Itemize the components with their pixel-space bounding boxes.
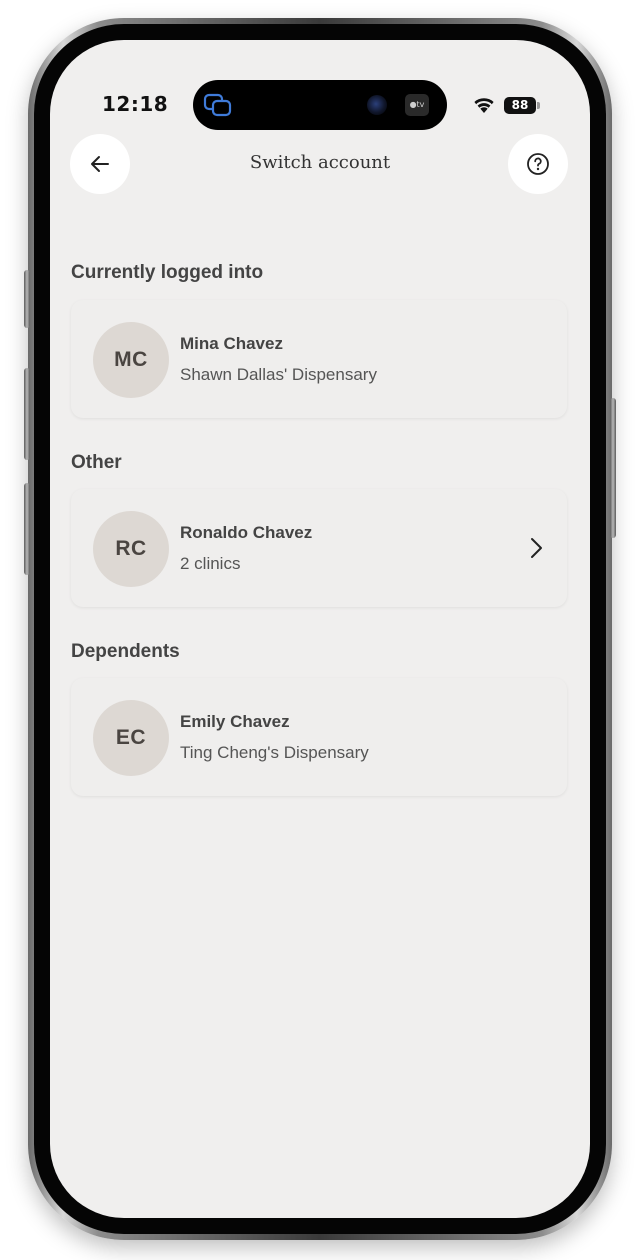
screen-mirror-icon bbox=[203, 93, 232, 117]
help-button[interactable] bbox=[508, 134, 568, 194]
wifi-icon bbox=[474, 98, 494, 113]
dynamic-island: ●tv bbox=[193, 80, 447, 130]
avatar: RC bbox=[93, 511, 169, 587]
section-title-current: Currently logged into bbox=[71, 262, 264, 283]
account-subtitle: Ting Cheng's Dispensary bbox=[180, 743, 369, 762]
battery-icon: 88 bbox=[504, 97, 536, 114]
section-title-dependents: Dependents bbox=[71, 641, 180, 662]
account-name: Mina Chavez bbox=[180, 334, 283, 353]
question-circle-icon bbox=[527, 153, 549, 175]
avatar: MC bbox=[93, 322, 169, 398]
screen: 12:18 ●tv 88 Switch account Currently lo… bbox=[50, 40, 590, 1218]
current-account-card[interactable]: MC Mina Chavez Shawn Dallas' Dispensary bbox=[71, 300, 567, 418]
volume-up-button bbox=[24, 368, 30, 460]
dependent-account-card[interactable]: EC Emily Chavez Ting Cheng's Dispensary bbox=[71, 678, 567, 796]
other-account-card[interactable]: RC Ronaldo Chavez 2 clinics bbox=[71, 489, 567, 607]
power-button bbox=[610, 398, 616, 538]
action-button bbox=[24, 270, 30, 328]
avatar: EC bbox=[93, 700, 169, 776]
status-time: 12:18 bbox=[102, 92, 169, 116]
page-title: Switch account bbox=[249, 152, 391, 173]
account-name: Emily Chavez bbox=[180, 712, 290, 731]
chevron-right-icon[interactable] bbox=[527, 536, 545, 560]
account-subtitle: 2 clinics bbox=[180, 554, 241, 573]
section-title-other: Other bbox=[71, 452, 122, 473]
camera-icon bbox=[367, 95, 387, 115]
account-name: Ronaldo Chavez bbox=[180, 523, 313, 542]
back-button[interactable] bbox=[70, 134, 130, 194]
volume-down-button bbox=[24, 483, 30, 575]
arrow-left-icon bbox=[91, 156, 109, 172]
account-subtitle: Shawn Dallas' Dispensary bbox=[180, 365, 377, 384]
appletv-icon: ●tv bbox=[405, 94, 429, 116]
battery-tip bbox=[537, 102, 540, 109]
phone-frame: 12:18 ●tv 88 Switch account Currently lo… bbox=[24, 18, 616, 1240]
